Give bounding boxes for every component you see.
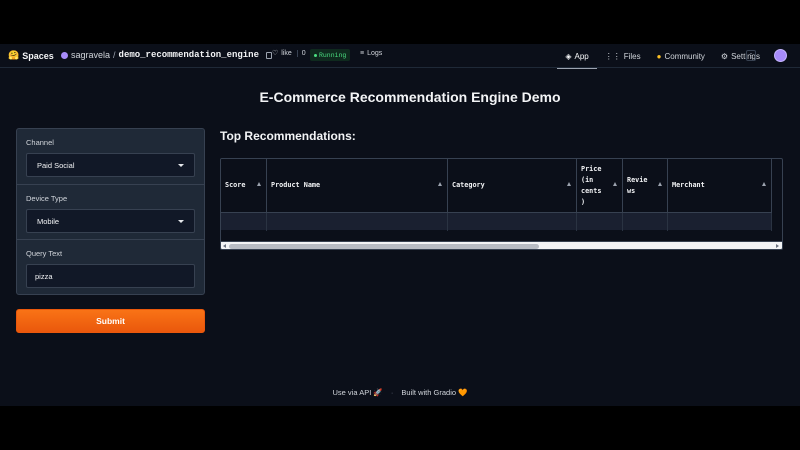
repo-breadcrumb: sagravela / demo_recommendation_engine bbox=[61, 50, 272, 60]
device-type-label: Device Type bbox=[26, 194, 68, 203]
table-cell[interactable] bbox=[448, 213, 577, 231]
like-count: 0 bbox=[296, 49, 306, 57]
column-label: Category bbox=[452, 181, 485, 189]
status-text: Running bbox=[319, 51, 347, 59]
table-cell[interactable] bbox=[221, 213, 267, 231]
app-window: 🤗 Spaces sagravela / demo_recommendation… bbox=[0, 44, 800, 406]
breadcrumb-separator: / bbox=[113, 50, 116, 60]
top-navigation-bar: 🤗 Spaces sagravela / demo_recommendation… bbox=[0, 44, 800, 69]
spaces-label: Spaces bbox=[22, 50, 54, 61]
tab-community-label: Community bbox=[664, 51, 705, 61]
logs-label: Logs bbox=[367, 50, 383, 57]
column-header-score[interactable]: Score bbox=[221, 159, 267, 212]
tab-community[interactable]: ● Community bbox=[657, 44, 705, 68]
spaces-logo[interactable]: 🤗 Spaces bbox=[8, 50, 54, 61]
channel-label: Channel bbox=[26, 138, 54, 147]
recommendations-heading: Top Recommendations: bbox=[220, 129, 356, 143]
table-cell[interactable] bbox=[668, 213, 772, 231]
status-badge: Running bbox=[310, 49, 351, 61]
scroll-left-icon[interactable] bbox=[223, 244, 226, 248]
status-dot-icon bbox=[314, 53, 317, 57]
sort-arrow-icon[interactable] bbox=[613, 182, 617, 186]
input-form-panel: Channel Paid Social Device Type Mobile Q… bbox=[16, 128, 205, 295]
sort-arrow-icon[interactable] bbox=[658, 182, 662, 186]
table-row[interactable] bbox=[221, 212, 772, 231]
chevron-down-icon bbox=[178, 163, 184, 167]
app-icon: ◈ bbox=[565, 51, 572, 61]
query-text-label: Query Text bbox=[26, 249, 63, 258]
table-cell[interactable] bbox=[623, 213, 668, 231]
owner-link[interactable]: sagravela bbox=[71, 50, 110, 60]
community-icon: ● bbox=[656, 51, 662, 61]
sort-arrow-icon[interactable] bbox=[438, 182, 442, 186]
column-label: Revie ws bbox=[627, 175, 648, 195]
sort-arrow-icon[interactable] bbox=[567, 182, 571, 186]
space-tabs: ◈ App ⋮⋮ Files ● Community ⚙ Settings bbox=[557, 44, 760, 69]
footer-separator: · bbox=[390, 388, 394, 397]
column-label: Score bbox=[225, 181, 246, 189]
page-title: E-Commerce Recommendation Engine Demo bbox=[259, 89, 561, 105]
column-label: Merchant bbox=[672, 181, 705, 189]
chevron-down-icon bbox=[178, 219, 184, 223]
tab-files-label: Files bbox=[623, 51, 641, 61]
owner-avatar-icon bbox=[61, 51, 68, 59]
heart-icon: ♡ bbox=[272, 50, 279, 57]
scrollbar-thumb[interactable] bbox=[229, 244, 539, 249]
query-text-input[interactable]: pizza bbox=[26, 264, 195, 288]
logs-button[interactable]: ≡ Logs bbox=[360, 50, 382, 57]
rocket-icon: 🚀 bbox=[373, 388, 383, 397]
like-button[interactable]: ♡ like 0 bbox=[272, 49, 306, 57]
table-empty-space bbox=[221, 231, 782, 241]
device-type-dropdown[interactable]: Mobile bbox=[26, 209, 195, 233]
sort-arrow-icon[interactable] bbox=[257, 182, 261, 186]
like-label: like bbox=[281, 49, 292, 57]
more-options-button[interactable]: ⋮ bbox=[746, 50, 756, 61]
horizontal-scrollbar[interactable] bbox=[221, 241, 782, 249]
channel-dropdown[interactable]: Paid Social bbox=[26, 153, 195, 177]
column-header-price[interactable]: Price (in cents ) bbox=[577, 159, 623, 212]
column-label: Product Name bbox=[271, 181, 321, 189]
table-header: Score Product Name Category Price (in ce… bbox=[221, 159, 772, 212]
built-with-gradio-link[interactable]: Built with Gradio bbox=[401, 388, 456, 397]
files-icon: ⋮⋮ bbox=[604, 51, 621, 61]
column-label: Price (in cents ) bbox=[581, 164, 602, 206]
scroll-right-icon[interactable] bbox=[776, 244, 779, 248]
channel-value: Paid Social bbox=[37, 160, 75, 170]
gear-icon: ⚙ bbox=[720, 51, 729, 61]
device-type-value: Mobile bbox=[37, 216, 60, 226]
table-cell[interactable] bbox=[267, 213, 448, 231]
tab-app-label: App bbox=[574, 51, 589, 61]
device-type-field: Device Type Mobile bbox=[17, 184, 204, 239]
user-avatar[interactable] bbox=[774, 49, 787, 62]
logs-icon: ≡ bbox=[360, 50, 365, 57]
use-via-api-link[interactable]: Use via API bbox=[333, 388, 372, 397]
recommendations-table: Score Product Name Category Price (in ce… bbox=[220, 158, 783, 250]
sort-arrow-icon[interactable] bbox=[762, 182, 766, 186]
footer: Use via API 🚀 · Built with Gradio 🧡 bbox=[0, 388, 800, 397]
tab-app[interactable]: ◈ App bbox=[557, 44, 598, 69]
column-header-product-name[interactable]: Product Name bbox=[267, 159, 448, 212]
table-cell[interactable] bbox=[577, 213, 623, 231]
column-header-category[interactable]: Category bbox=[448, 159, 577, 212]
tab-files[interactable]: ⋮⋮ Files bbox=[605, 44, 641, 68]
column-header-merchant[interactable]: Merchant bbox=[668, 159, 772, 212]
gradio-logo-icon: 🧡 bbox=[458, 388, 468, 397]
channel-field: Channel Paid Social bbox=[17, 129, 204, 184]
submit-button[interactable]: Submit bbox=[16, 309, 205, 333]
hugging-face-icon: 🤗 bbox=[8, 50, 20, 60]
query-text-field: Query Text pizza bbox=[17, 239, 204, 294]
repo-name-link[interactable]: demo_recommendation_engine bbox=[119, 50, 259, 60]
column-header-reviews[interactable]: Revie ws bbox=[623, 159, 668, 212]
